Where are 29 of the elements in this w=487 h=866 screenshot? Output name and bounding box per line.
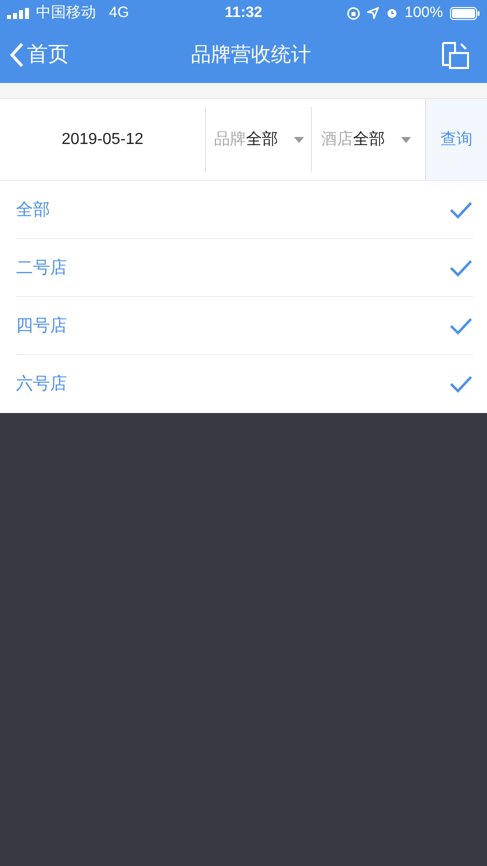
option-label: 全部: [16, 198, 50, 221]
alarm-icon: [386, 7, 398, 19]
carrier-name: 中国移动: [36, 2, 96, 23]
brand-label: 品牌: [214, 130, 246, 150]
option-row[interactable]: 六号店: [16, 355, 473, 413]
copy-icon: [440, 40, 470, 70]
status-time: 11:32: [224, 4, 262, 21]
rotation-lock-icon: [346, 6, 360, 20]
network-type: 4G: [109, 2, 130, 23]
battery-icon: [450, 6, 480, 20]
option-row[interactable]: 全部: [16, 181, 473, 239]
query-button[interactable]: 查询: [425, 99, 487, 180]
battery-percent: 100%: [404, 2, 443, 23]
option-row[interactable]: 四号店: [16, 297, 473, 355]
hotel-label: 酒店: [321, 130, 353, 150]
location-icon: [366, 7, 379, 19]
back-button[interactable]: 首页: [10, 38, 69, 70]
page-title: 品牌营收统计: [191, 44, 311, 66]
back-chevron-icon: [10, 42, 24, 68]
dropdown-caret-icon: [401, 136, 411, 142]
option-label: 四号店: [16, 314, 67, 337]
signal-icon: [7, 8, 31, 18]
option-label: 二号店: [16, 256, 67, 279]
option-row[interactable]: 二号店: [16, 239, 473, 297]
date-field[interactable]: 2019-05-12: [62, 128, 144, 152]
option-label: 六号店: [16, 373, 67, 396]
brand-dropdown[interactable]: 全部: [246, 128, 278, 152]
hotel-dropdown[interactable]: 全部: [353, 128, 385, 152]
dropdown-caret-icon: [294, 136, 304, 142]
